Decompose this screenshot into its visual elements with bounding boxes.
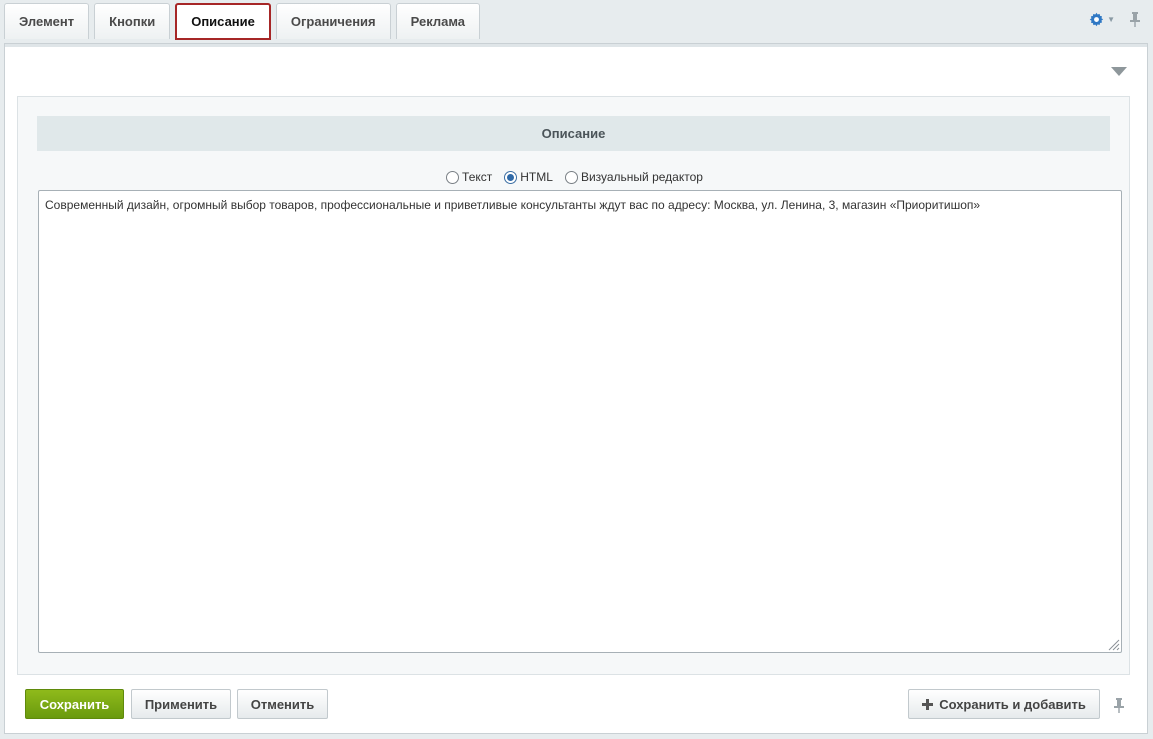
settings-menu-button[interactable]: ▼ [1089, 12, 1115, 27]
chevron-down-icon: ▼ [1107, 14, 1115, 24]
mode-option-visual[interactable]: Визуальный редактор [564, 170, 703, 184]
tab-element[interactable]: Элемент [4, 3, 90, 39]
pin-icon[interactable] [1129, 11, 1141, 27]
mode-label-text: Текст [462, 170, 493, 184]
description-text: Современный дизайн, огромный выбор товар… [45, 198, 981, 212]
tab-content-panel: Описание Текст HTML Визуальный редактор … [4, 43, 1148, 734]
editor-mode-selector: Текст HTML Визуальный редактор [18, 168, 1131, 186]
gear-icon [1089, 12, 1104, 26]
radio-html[interactable] [504, 170, 518, 184]
mode-option-html[interactable]: HTML [504, 170, 553, 184]
mode-label-html: HTML [520, 170, 553, 184]
save-button[interactable]: Сохранить [25, 689, 124, 719]
save-and-add-label: Сохранить и добавить [939, 696, 1086, 712]
radio-visual[interactable] [564, 170, 578, 184]
plus-icon [922, 698, 934, 710]
save-and-add-button[interactable]: Сохранить и добавить [908, 689, 1100, 719]
apply-button[interactable]: Применить [131, 689, 231, 719]
cancel-button[interactable]: Отменить [237, 689, 328, 719]
mode-option-text[interactable]: Текст [446, 170, 492, 184]
tab-advertising[interactable]: Реклама [395, 3, 481, 39]
tab-buttons[interactable]: Кнопки [94, 3, 171, 39]
mode-label-visual: Визуальный редактор [580, 170, 703, 184]
tab-bar: Элемент Кнопки Описание Ограничения Рекл… [4, 3, 481, 40]
triangle-down-icon[interactable] [1111, 67, 1127, 76]
tab-restrictions[interactable]: Ограничения [275, 3, 391, 39]
radio-text[interactable] [446, 170, 460, 184]
resize-grip-icon[interactable] [1106, 637, 1120, 651]
description-section: Описание Текст HTML Визуальный редактор … [17, 96, 1130, 675]
section-title: Описание [37, 116, 1110, 151]
admin-frame: Элемент Кнопки Описание Ограничения Рекл… [0, 0, 1153, 739]
tab-description[interactable]: Описание [175, 3, 271, 40]
top-tools: ▼ [1089, 8, 1141, 30]
pin-icon[interactable] [1113, 697, 1125, 713]
description-textarea[interactable]: Современный дизайн, огромный выбор товар… [38, 190, 1122, 653]
panel-divider [5, 44, 1147, 47]
